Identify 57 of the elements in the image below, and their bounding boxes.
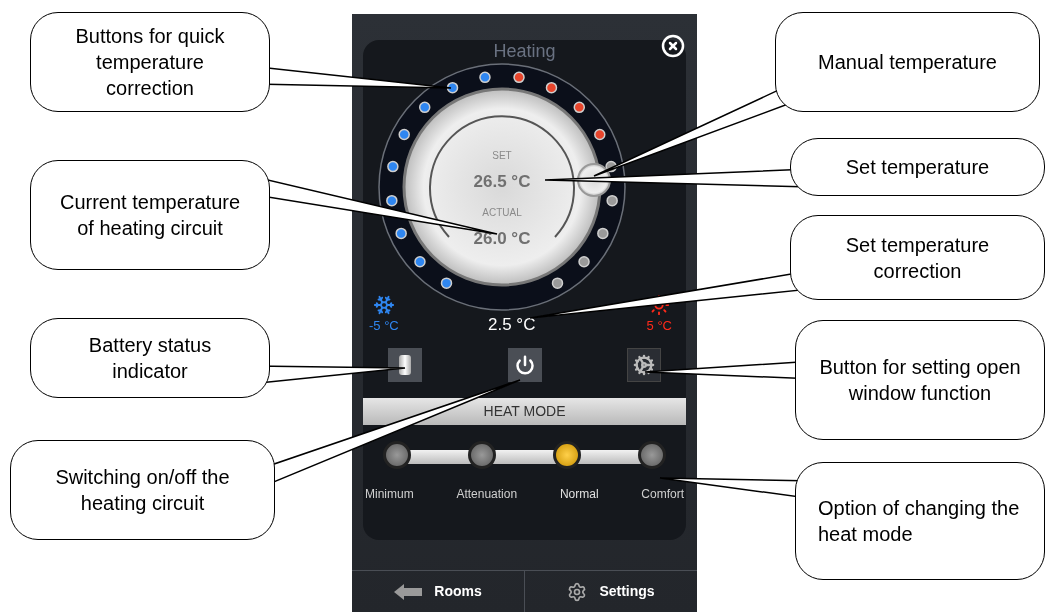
set-label: SET — [492, 149, 512, 163]
close-icon[interactable] — [661, 34, 685, 58]
settings-icon — [567, 581, 588, 602]
mode-label: Minimum — [365, 486, 414, 503]
correction-dot[interactable] — [578, 256, 590, 268]
callout: Manual temperature — [775, 12, 1040, 112]
callout: Option of changing the heat mode — [795, 462, 1045, 580]
heat-mode-title: HEAT MODE — [483, 402, 566, 421]
callout: Switching on/off the heating circuit — [10, 440, 275, 540]
limit-temperature: -5 °C — [369, 317, 399, 335]
correction-dot[interactable] — [440, 277, 453, 289]
mode-knob[interactable] — [638, 441, 666, 469]
mode-label: Attenuation — [456, 486, 518, 503]
battery-icon — [399, 355, 411, 375]
set-temperature: 26.5 °C — [473, 171, 531, 193]
mode-label: Normal — [559, 486, 599, 503]
correction-dot[interactable] — [446, 81, 459, 94]
power-icon — [514, 355, 535, 375]
power-button[interactable] — [507, 348, 542, 382]
actual-label: ACTUAL — [482, 205, 522, 220]
snowflake-icon — [372, 294, 395, 316]
correction-dot[interactable] — [395, 227, 407, 240]
battery-button[interactable] — [388, 348, 422, 382]
correction-dot[interactable] — [606, 194, 618, 207]
callout: Battery status indicator — [30, 318, 270, 398]
callout: Button for setting open window function — [795, 320, 1045, 440]
correction-dot[interactable] — [387, 160, 399, 173]
callout: Set temperature correction — [790, 215, 1045, 300]
nav-button[interactable]: Rooms — [352, 571, 524, 612]
correction-dot[interactable] — [594, 128, 606, 141]
mode-label: Comfort — [641, 486, 684, 503]
correction-dot[interactable] — [398, 128, 410, 141]
correction-dot[interactable] — [414, 256, 426, 268]
limit-temperature: 5 °C — [646, 317, 672, 335]
correction-dot[interactable] — [386, 194, 398, 207]
correction-dot[interactable] — [545, 81, 558, 94]
actual-temperature: 26.0 °C — [473, 227, 531, 250]
mode-knob[interactable] — [553, 441, 581, 469]
card-title: Heating — [493, 40, 556, 62]
window-settings-button[interactable] — [627, 348, 661, 382]
nav-label: Settings — [599, 582, 655, 601]
nav-label: Rooms — [434, 582, 482, 601]
correction-dot[interactable] — [573, 101, 585, 114]
callout: Set temperature — [790, 138, 1045, 196]
mode-knob[interactable] — [383, 441, 411, 469]
correction-dot[interactable] — [419, 101, 431, 114]
correction-dot[interactable] — [479, 71, 491, 84]
correction-dot[interactable] — [597, 227, 609, 240]
arrow-left-icon — [394, 583, 423, 600]
correction-dot[interactable] — [513, 71, 525, 84]
correction-value: 2.5 °C — [488, 314, 536, 336]
gear-icon — [633, 354, 655, 376]
callout: Current temperature of heating circuit — [30, 160, 270, 270]
nav-button[interactable]: Settings — [524, 571, 697, 612]
correction-dot[interactable] — [551, 277, 564, 289]
callout: Buttons for quick temperature correction — [30, 12, 270, 112]
mode-knob[interactable] — [468, 441, 496, 469]
